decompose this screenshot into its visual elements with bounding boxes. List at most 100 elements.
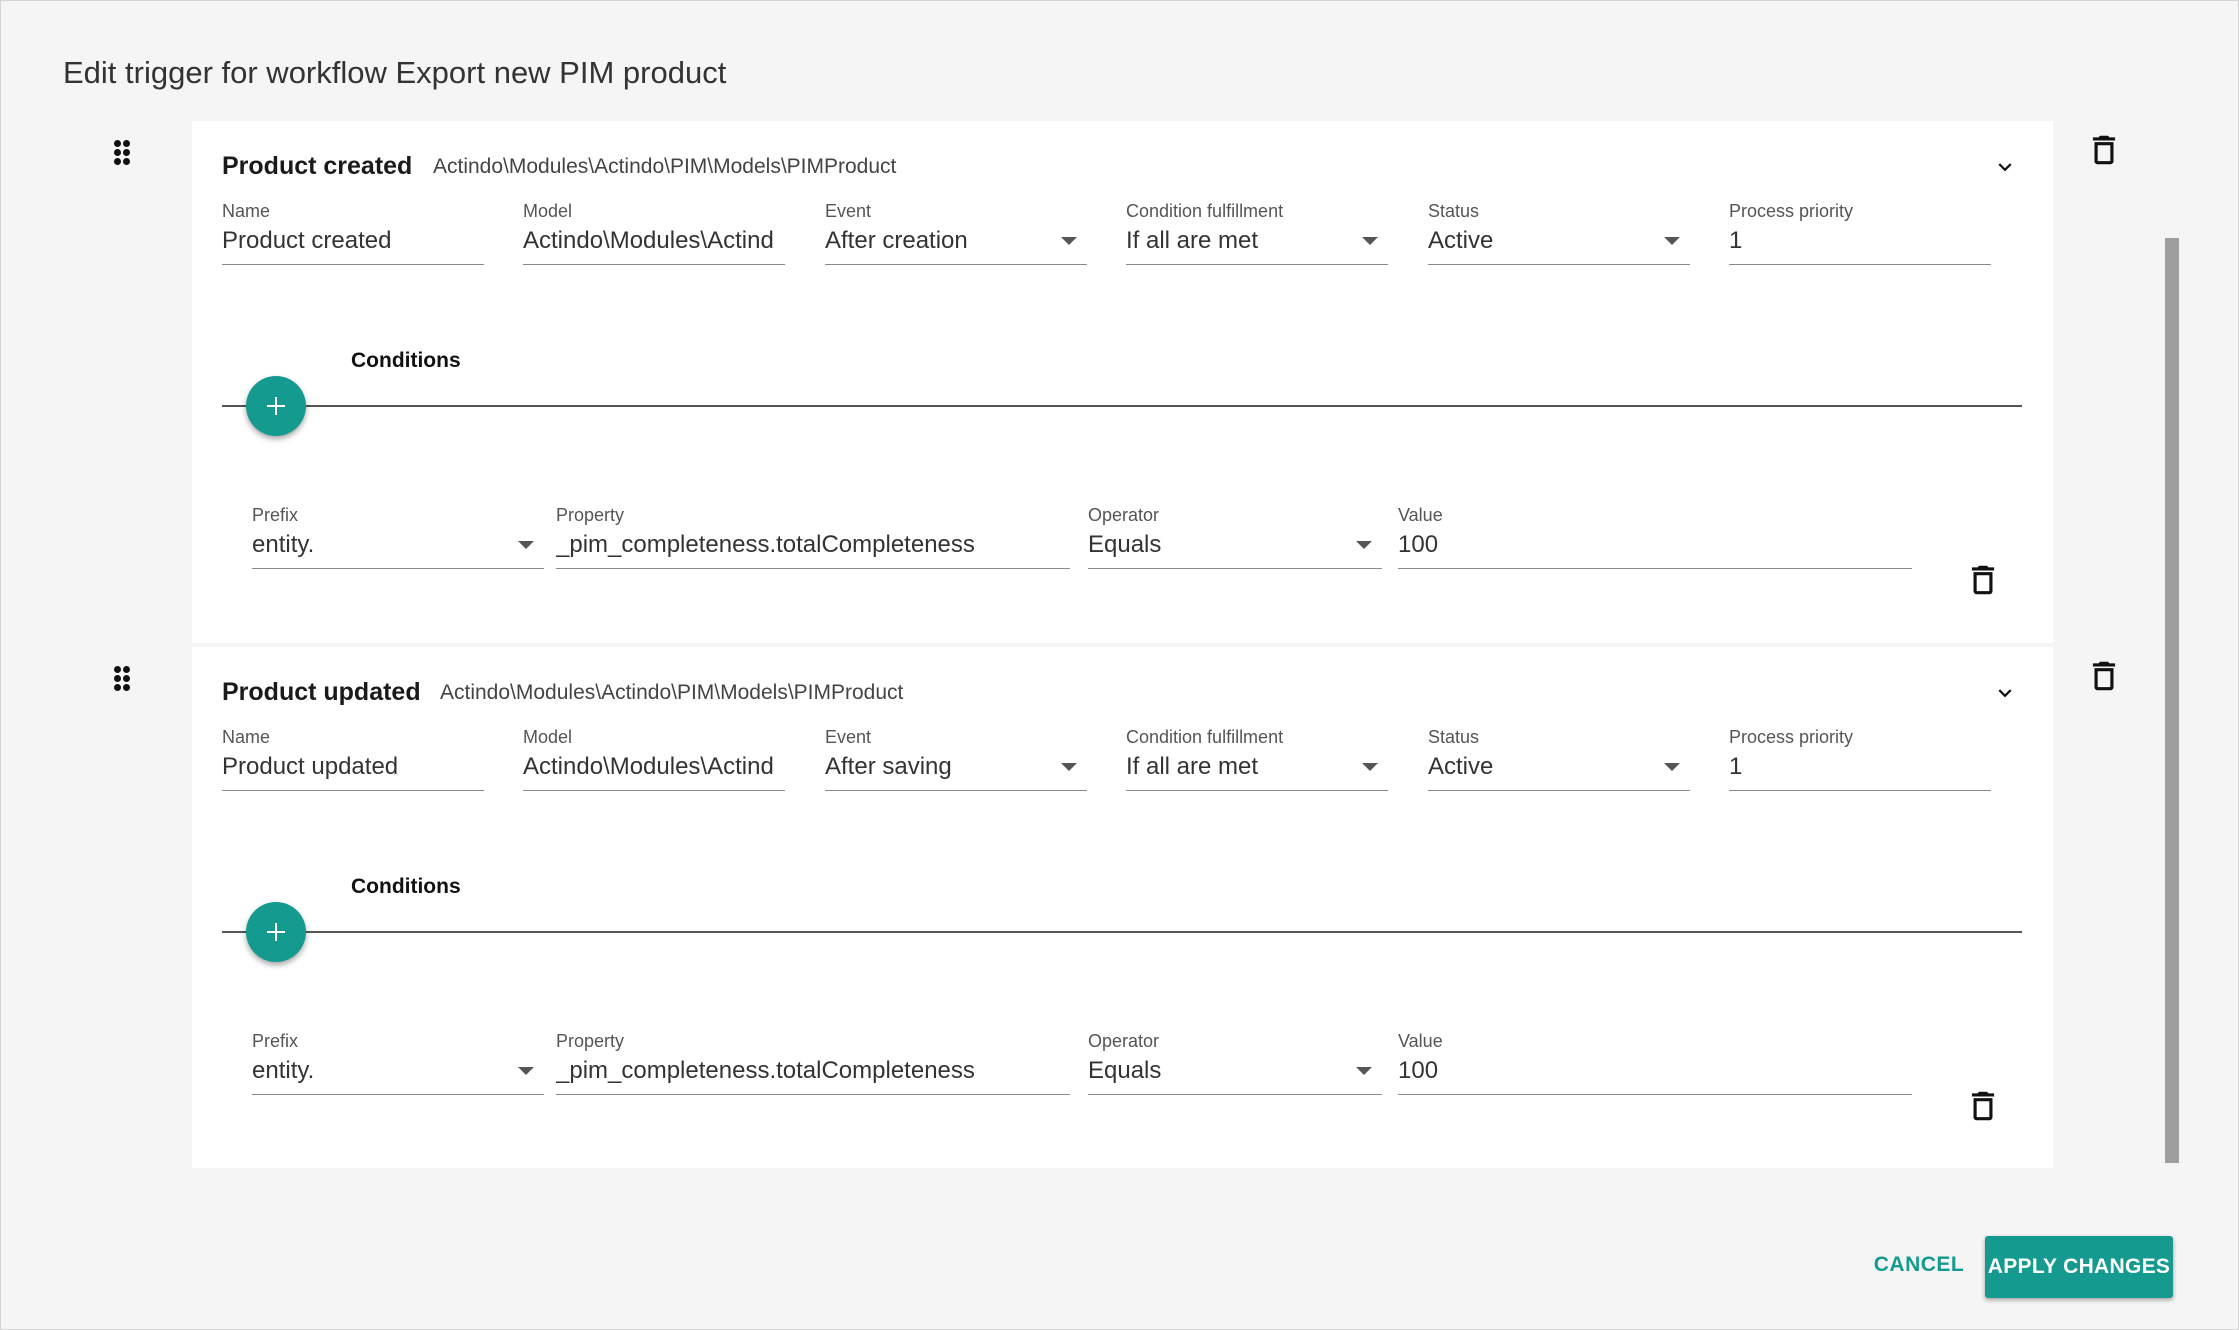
value-input[interactable]: 100 <box>1398 531 1912 559</box>
add-condition-button[interactable] <box>246 902 306 962</box>
trash-icon[interactable] <box>1964 561 2002 599</box>
dropdown-arrow-icon[interactable] <box>1061 237 1077 245</box>
status-select[interactable]: Status Active <box>1428 727 1690 791</box>
field-label: Name <box>222 201 271 221</box>
underline <box>252 1094 544 1095</box>
underline <box>1126 790 1388 791</box>
event-value[interactable]: After creation <box>825 227 1087 255</box>
field-label: Prefix <box>252 505 299 525</box>
chevron-down-icon[interactable] <box>1992 680 2018 706</box>
dialog-title: Edit trigger for workflow Export new PIM… <box>63 55 727 90</box>
property-input[interactable]: _pim_completeness.totalCompleteness <box>556 531 1070 559</box>
prefix-select[interactable]: Prefix entity. <box>252 1031 544 1095</box>
field-label: Process priority <box>1729 727 1854 747</box>
underline <box>1088 1094 1382 1095</box>
trash-icon[interactable] <box>1964 1087 2002 1125</box>
prefix-select[interactable]: Prefix entity. <box>252 505 544 569</box>
prefix-value[interactable]: entity. <box>252 1057 544 1085</box>
trigger-card: Product updated Actindo\Modules\Actindo\… <box>192 647 2053 1168</box>
dropdown-arrow-icon[interactable] <box>518 1067 534 1075</box>
trigger-model-path: Actindo\Modules\Actindo\PIM\Models\PIMPr… <box>433 155 897 178</box>
conditions-divider <box>222 405 2022 407</box>
drag-handle-icon[interactable] <box>112 140 132 166</box>
field-label: Prefix <box>252 1031 299 1051</box>
field-label: Name <box>222 727 271 747</box>
dropdown-arrow-icon[interactable] <box>1664 763 1680 771</box>
model-field[interactable]: Model Actindo\Modules\Actind <box>523 727 785 791</box>
dropdown-arrow-icon[interactable] <box>1362 763 1378 771</box>
process-priority-input[interactable]: 1 <box>1729 227 1991 255</box>
property-field[interactable]: Property _pim_completeness.totalComplete… <box>556 505 1070 569</box>
property-field[interactable]: Property _pim_completeness.totalComplete… <box>556 1031 1070 1095</box>
model-field[interactable]: Model Actindo\Modules\Actind <box>523 201 785 265</box>
chevron-down-icon[interactable] <box>1992 154 2018 180</box>
dropdown-arrow-icon[interactable] <box>1356 1067 1372 1075</box>
field-label: Condition fulfillment <box>1126 201 1284 221</box>
field-label: Process priority <box>1729 201 1854 221</box>
model-input[interactable]: Actindo\Modules\Actind <box>523 753 785 781</box>
process-priority-field[interactable]: Process priority 1 <box>1729 727 1991 791</box>
status-value[interactable]: Active <box>1428 227 1690 255</box>
process-priority-input[interactable]: 1 <box>1729 753 1991 781</box>
event-select[interactable]: Event After saving <box>825 727 1087 791</box>
edit-trigger-dialog: Edit trigger for workflow Export new PIM… <box>0 0 2239 1330</box>
name-input[interactable]: Product updated <box>222 753 484 781</box>
trigger-card: Product created Actindo\Modules\Actindo\… <box>192 121 2053 643</box>
operator-select[interactable]: Operator Equals <box>1088 1031 1382 1095</box>
field-label: Property <box>556 1031 625 1051</box>
field-label: Value <box>1398 505 1443 525</box>
operator-value[interactable]: Equals <box>1088 531 1382 559</box>
conditions-heading: Conditions <box>351 349 461 372</box>
value-field[interactable]: Value 100 <box>1398 505 1912 569</box>
condition-fulfillment-select[interactable]: Condition fulfillment If all are met <box>1126 201 1388 265</box>
conditions-heading: Conditions <box>351 875 461 898</box>
cancel-button[interactable]: CANCEL <box>1867 1241 1971 1289</box>
dropdown-arrow-icon[interactable] <box>1061 763 1077 771</box>
process-priority-field[interactable]: Process priority 1 <box>1729 201 1991 265</box>
dropdown-arrow-icon[interactable] <box>1356 541 1372 549</box>
prefix-value[interactable]: entity. <box>252 531 544 559</box>
trash-icon[interactable] <box>2085 131 2123 169</box>
field-label: Model <box>523 201 573 221</box>
status-value[interactable]: Active <box>1428 753 1690 781</box>
field-label: Model <box>523 727 573 747</box>
name-field[interactable]: Name Product updated <box>222 727 484 791</box>
condition-fulfillment-value[interactable]: If all are met <box>1126 753 1388 781</box>
event-value[interactable]: After saving <box>825 753 1087 781</box>
apply-changes-button[interactable]: APPLY CHANGES <box>1985 1236 2173 1298</box>
condition-fulfillment-select[interactable]: Condition fulfillment If all are met <box>1126 727 1388 791</box>
drag-handle-icon[interactable] <box>112 666 132 692</box>
value-field[interactable]: Value 100 <box>1398 1031 1912 1095</box>
operator-value[interactable]: Equals <box>1088 1057 1382 1085</box>
underline <box>1729 264 1991 265</box>
event-select[interactable]: Event After creation <box>825 201 1087 265</box>
underline <box>523 790 785 791</box>
field-label: Operator <box>1088 505 1160 525</box>
dropdown-arrow-icon[interactable] <box>1362 237 1378 245</box>
underline <box>222 790 484 791</box>
underline <box>1398 568 1912 569</box>
value-input[interactable]: 100 <box>1398 1057 1912 1085</box>
trigger-heading: Product created <box>222 152 413 180</box>
add-condition-button[interactable] <box>246 376 306 436</box>
status-select[interactable]: Status Active <box>1428 201 1690 265</box>
dropdown-arrow-icon[interactable] <box>518 541 534 549</box>
scrollbar[interactable] <box>2165 238 2179 1163</box>
underline <box>825 264 1087 265</box>
property-input[interactable]: _pim_completeness.totalCompleteness <box>556 1057 1070 1085</box>
model-input[interactable]: Actindo\Modules\Actind <box>523 227 785 255</box>
underline <box>1428 264 1690 265</box>
operator-select[interactable]: Operator Equals <box>1088 505 1382 569</box>
underline <box>252 568 544 569</box>
field-label: Event <box>825 727 872 747</box>
condition-fulfillment-value[interactable]: If all are met <box>1126 227 1388 255</box>
name-input[interactable]: Product created <box>222 227 484 255</box>
name-field[interactable]: Name Product created <box>222 201 484 265</box>
dropdown-arrow-icon[interactable] <box>1664 237 1680 245</box>
underline <box>1126 264 1388 265</box>
conditions-divider <box>222 931 2022 933</box>
underline <box>825 790 1087 791</box>
underline <box>556 1094 1070 1095</box>
underline <box>523 264 785 265</box>
trash-icon[interactable] <box>2085 657 2123 695</box>
